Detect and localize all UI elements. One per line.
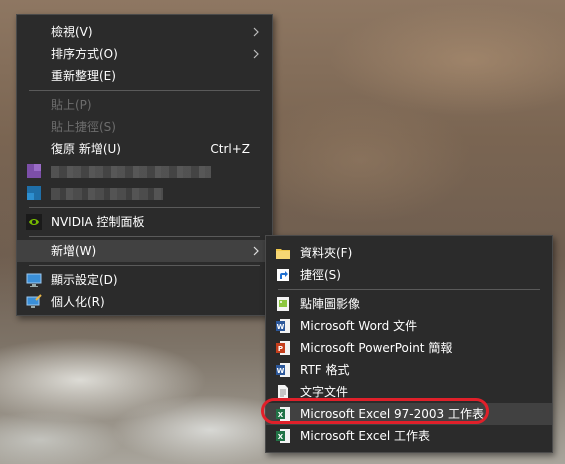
display-icon [26, 273, 42, 287]
pixelated-label [51, 188, 163, 200]
menu-item-label: 貼上捷徑(S) [51, 120, 116, 134]
personalize-icon [26, 294, 42, 308]
submenu-item-label: 資料夾(F) [300, 246, 353, 260]
menu-separator [29, 90, 260, 91]
pixelated-label [51, 166, 211, 178]
chevron-right-icon [253, 246, 259, 256]
menu-item-new[interactable]: 新增(W) [17, 240, 272, 262]
submenu-item-shortcut[interactable]: 捷徑(S) [266, 264, 552, 286]
submenu-item-text-document[interactable]: 文字文件 [266, 381, 552, 403]
new-submenu: 資料夾(F) 捷徑(S) 點陣圖影像 W Microsoft Word 文件 P… [265, 235, 553, 453]
menu-item-label: 貼上(P) [51, 98, 92, 112]
bitmap-icon [277, 297, 289, 311]
folder-icon [276, 249, 290, 259]
menu-item-label: 新增(W) [51, 244, 97, 258]
text-document-icon [278, 385, 288, 399]
svg-text:W: W [277, 323, 285, 331]
menu-item-paste-shortcut: 貼上捷徑(S) [17, 116, 272, 138]
excel-icon: X [276, 407, 290, 421]
submenu-item-label: Microsoft PowerPoint 簡報 [300, 341, 453, 355]
menu-item-label: 復原 新增(U) [51, 142, 121, 156]
chevron-right-icon [253, 49, 259, 59]
word-icon: W [276, 319, 290, 333]
submenu-item-excel[interactable]: X Microsoft Excel 工作表 [266, 425, 552, 447]
menu-item-undo-new[interactable]: 復原 新增(U) Ctrl+Z [17, 138, 272, 160]
menu-separator [29, 265, 260, 266]
submenu-item-label: RTF 格式 [300, 363, 350, 377]
powerpoint-icon: P [276, 341, 290, 355]
svg-text:P: P [278, 345, 283, 353]
app-icon-purple [27, 164, 41, 178]
shortcut-icon [277, 269, 289, 281]
submenu-item-label: 文字文件 [300, 385, 349, 399]
submenu-item-label: 捷徑(S) [300, 268, 341, 282]
menu-separator [278, 289, 540, 290]
desktop-background[interactable]: 檢視(V) 排序方式(O) 重新整理(E) 貼上(P) 貼上捷徑(S) 復原 新… [0, 0, 565, 464]
menu-item-sort-by[interactable]: 排序方式(O) [17, 43, 272, 65]
submenu-item-folder[interactable]: 資料夾(F) [266, 242, 552, 264]
menu-separator [29, 236, 260, 237]
menu-item-personalize[interactable]: 個人化(R) [17, 291, 272, 313]
menu-item-view[interactable]: 檢視(V) [17, 21, 272, 43]
menu-item-label: 檢視(V) [51, 25, 93, 39]
nvidia-icon [26, 214, 42, 230]
menu-separator [29, 207, 260, 208]
app-icon-blue [27, 186, 41, 200]
menu-item-label: 排序方式(O) [51, 47, 118, 61]
menu-item-label: 個人化(R) [51, 295, 105, 309]
excel-icon: X [276, 429, 290, 443]
menu-item-refresh[interactable]: 重新整理(E) [17, 65, 272, 87]
chevron-right-icon [253, 27, 259, 37]
submenu-item-powerpoint[interactable]: P Microsoft PowerPoint 簡報 [266, 337, 552, 359]
submenu-item-word[interactable]: W Microsoft Word 文件 [266, 315, 552, 337]
submenu-item-label: Microsoft Excel 工作表 [300, 429, 431, 443]
menu-item-label: 重新整理(E) [51, 69, 116, 83]
menu-item-label: 顯示設定(D) [51, 273, 118, 287]
submenu-item-bitmap[interactable]: 點陣圖影像 [266, 293, 552, 315]
menu-item-label: NVIDIA 控制面板 [51, 215, 145, 229]
svg-text:W: W [277, 367, 285, 375]
submenu-item-rtf[interactable]: W RTF 格式 [266, 359, 552, 381]
menu-item-paste: 貼上(P) [17, 94, 272, 116]
menu-item-redacted-2[interactable] [17, 182, 272, 204]
menu-item-shortcut: Ctrl+Z [210, 142, 250, 156]
desktop-context-menu: 檢視(V) 排序方式(O) 重新整理(E) 貼上(P) 貼上捷徑(S) 復原 新… [16, 14, 273, 316]
svg-text:X: X [278, 433, 284, 441]
menu-item-nvidia-control-panel[interactable]: NVIDIA 控制面板 [17, 211, 272, 233]
svg-text:X: X [278, 411, 284, 419]
submenu-item-label: Microsoft Excel 97-2003 工作表 [300, 407, 484, 421]
submenu-item-label: Microsoft Word 文件 [300, 319, 418, 333]
submenu-item-label: 點陣圖影像 [300, 297, 361, 311]
rtf-icon: W [276, 363, 290, 377]
menu-item-redacted-1[interactable] [17, 160, 272, 182]
menu-item-display-settings[interactable]: 顯示設定(D) [17, 269, 272, 291]
submenu-item-excel-97-2003[interactable]: X Microsoft Excel 97-2003 工作表 [266, 403, 552, 425]
